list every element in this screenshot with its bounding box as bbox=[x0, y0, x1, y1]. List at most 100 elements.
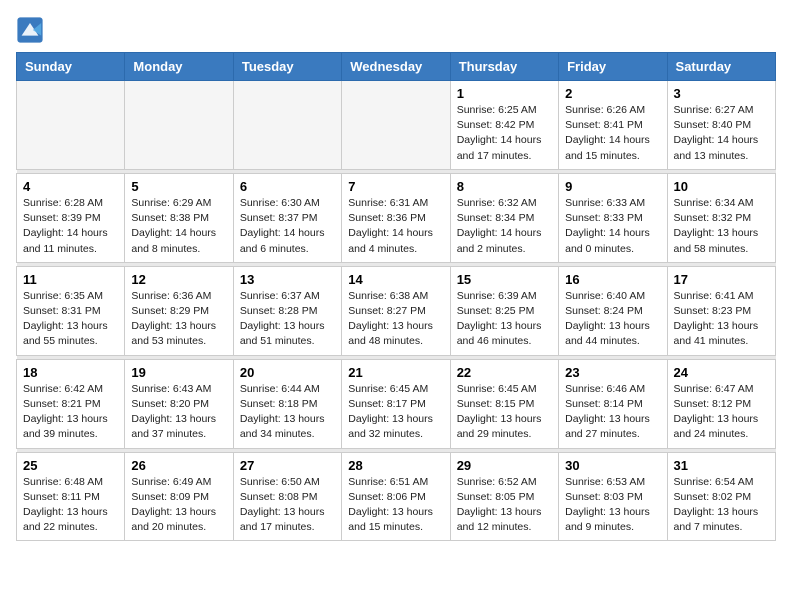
calendar-cell: 30Sunrise: 6:53 AM Sunset: 8:03 PM Dayli… bbox=[559, 452, 667, 541]
day-info: Sunrise: 6:48 AM Sunset: 8:11 PM Dayligh… bbox=[23, 475, 118, 536]
day-number: 14 bbox=[348, 272, 443, 287]
day-number: 10 bbox=[674, 179, 769, 194]
day-number: 29 bbox=[457, 458, 552, 473]
day-info: Sunrise: 6:54 AM Sunset: 8:02 PM Dayligh… bbox=[674, 475, 769, 536]
day-number: 9 bbox=[565, 179, 660, 194]
weekday-header-tuesday: Tuesday bbox=[233, 53, 341, 81]
day-info: Sunrise: 6:30 AM Sunset: 8:37 PM Dayligh… bbox=[240, 196, 335, 257]
day-info: Sunrise: 6:37 AM Sunset: 8:28 PM Dayligh… bbox=[240, 289, 335, 350]
calendar-cell: 18 Sunrise: 6:42 AM Sunset: 8:21 PM Dayli… bbox=[17, 359, 125, 448]
day-info: Sunrise: 6:46 AM Sunset: 8:14 PM Dayligh… bbox=[565, 382, 660, 443]
calendar-cell: 26 Sunrise: 6:49 AM Sunset: 8:09 PM Dayli… bbox=[125, 452, 233, 541]
calendar-cell: 27Sunrise: 6:50 AM Sunset: 8:08 PM Dayli… bbox=[233, 452, 341, 541]
day-info: Sunrise: 6:40 AM Sunset: 8:24 PM Dayligh… bbox=[565, 289, 660, 350]
day-number: 17 bbox=[674, 272, 769, 287]
calendar-cell: 1 Sunrise: 6:25 AM Sunset: 8:42 PM Daylig… bbox=[450, 81, 558, 170]
day-info: Sunrise: 6:44 AM Sunset: 8:18 PM Dayligh… bbox=[240, 382, 335, 443]
day-number: 24 bbox=[674, 365, 769, 380]
day-info: Sunrise: 6:36 AM Sunset: 8:29 PM Dayligh… bbox=[131, 289, 226, 350]
day-info: Sunrise: 6:42 AM Sunset: 8:21 PM Dayligh… bbox=[23, 382, 118, 443]
day-number: 18 bbox=[23, 365, 118, 380]
logo bbox=[16, 16, 48, 44]
calendar-cell: 24Sunrise: 6:47 AM Sunset: 8:12 PM Dayli… bbox=[667, 359, 775, 448]
day-info: Sunrise: 6:29 AM Sunset: 8:38 PM Dayligh… bbox=[131, 196, 226, 257]
calendar-cell: 19Sunrise: 6:43 AM Sunset: 8:20 PM Dayli… bbox=[125, 359, 233, 448]
calendar-cell: 17 Sunrise: 6:41 AM Sunset: 8:23 PM Dayli… bbox=[667, 266, 775, 355]
day-number: 31 bbox=[674, 458, 769, 473]
day-number: 7 bbox=[348, 179, 443, 194]
day-number: 15 bbox=[457, 272, 552, 287]
day-info: Sunrise: 6:25 AM Sunset: 8:42 PM Dayligh… bbox=[457, 103, 552, 164]
calendar-cell: 14 Sunrise: 6:38 AM Sunset: 8:27 PM Dayli… bbox=[342, 266, 450, 355]
day-number: 26 bbox=[131, 458, 226, 473]
weekday-header-wednesday: Wednesday bbox=[342, 53, 450, 81]
day-number: 23 bbox=[565, 365, 660, 380]
day-number: 28 bbox=[348, 458, 443, 473]
day-number: 13 bbox=[240, 272, 335, 287]
day-info: Sunrise: 6:45 AM Sunset: 8:17 PM Dayligh… bbox=[348, 382, 443, 443]
calendar-week-row: 1 Sunrise: 6:25 AM Sunset: 8:42 PM Daylig… bbox=[17, 81, 776, 170]
calendar-cell bbox=[233, 81, 341, 170]
calendar-cell: 4 Sunrise: 6:28 AM Sunset: 8:39 PM Daylig… bbox=[17, 173, 125, 262]
calendar-cell: 31 Sunrise: 6:54 AM Sunset: 8:02 PM Dayli… bbox=[667, 452, 775, 541]
calendar-cell: 2 Sunrise: 6:26 AM Sunset: 8:41 PM Daylig… bbox=[559, 81, 667, 170]
calendar-cell: 9 Sunrise: 6:33 AM Sunset: 8:33 PM Daylig… bbox=[559, 173, 667, 262]
calendar-cell: 23 Sunrise: 6:46 AM Sunset: 8:14 PM Dayli… bbox=[559, 359, 667, 448]
day-info: Sunrise: 6:28 AM Sunset: 8:39 PM Dayligh… bbox=[23, 196, 118, 257]
day-number: 12 bbox=[131, 272, 226, 287]
calendar-cell: 28 Sunrise: 6:51 AM Sunset: 8:06 PM Dayli… bbox=[342, 452, 450, 541]
day-info: Sunrise: 6:41 AM Sunset: 8:23 PM Dayligh… bbox=[674, 289, 769, 350]
day-info: Sunrise: 6:50 AM Sunset: 8:08 PM Dayligh… bbox=[240, 475, 335, 536]
day-info: Sunrise: 6:35 AM Sunset: 8:31 PM Dayligh… bbox=[23, 289, 118, 350]
day-number: 6 bbox=[240, 179, 335, 194]
calendar-cell: 22 Sunrise: 6:45 AM Sunset: 8:15 PM Dayli… bbox=[450, 359, 558, 448]
weekday-header-friday: Friday bbox=[559, 53, 667, 81]
day-info: Sunrise: 6:31 AM Sunset: 8:36 PM Dayligh… bbox=[348, 196, 443, 257]
day-number: 4 bbox=[23, 179, 118, 194]
day-info: Sunrise: 6:45 AM Sunset: 8:15 PM Dayligh… bbox=[457, 382, 552, 443]
calendar-cell: 6 Sunrise: 6:30 AM Sunset: 8:37 PM Daylig… bbox=[233, 173, 341, 262]
day-number: 5 bbox=[131, 179, 226, 194]
calendar-cell bbox=[125, 81, 233, 170]
calendar-cell bbox=[342, 81, 450, 170]
calendar-cell: 25 Sunrise: 6:48 AM Sunset: 8:11 PM Dayli… bbox=[17, 452, 125, 541]
weekday-header-row: SundayMondayTuesdayWednesdayThursdayFrid… bbox=[17, 53, 776, 81]
day-info: Sunrise: 6:38 AM Sunset: 8:27 PM Dayligh… bbox=[348, 289, 443, 350]
calendar-week-row: 4 Sunrise: 6:28 AM Sunset: 8:39 PM Daylig… bbox=[17, 173, 776, 262]
weekday-header-saturday: Saturday bbox=[667, 53, 775, 81]
day-number: 16 bbox=[565, 272, 660, 287]
logo-icon bbox=[16, 16, 44, 44]
calendar-cell: 12 Sunrise: 6:36 AM Sunset: 8:29 PM Dayli… bbox=[125, 266, 233, 355]
day-info: Sunrise: 6:53 AM Sunset: 8:03 PM Dayligh… bbox=[565, 475, 660, 536]
day-info: Sunrise: 6:33 AM Sunset: 8:33 PM Dayligh… bbox=[565, 196, 660, 257]
day-number: 25 bbox=[23, 458, 118, 473]
calendar-cell: 11Sunrise: 6:35 AM Sunset: 8:31 PM Dayli… bbox=[17, 266, 125, 355]
day-number: 20 bbox=[240, 365, 335, 380]
calendar-week-row: 11Sunrise: 6:35 AM Sunset: 8:31 PM Dayli… bbox=[17, 266, 776, 355]
day-info: Sunrise: 6:26 AM Sunset: 8:41 PM Dayligh… bbox=[565, 103, 660, 164]
calendar-cell: 21 Sunrise: 6:45 AM Sunset: 8:17 PM Dayli… bbox=[342, 359, 450, 448]
day-number: 3 bbox=[674, 86, 769, 101]
day-info: Sunrise: 6:39 AM Sunset: 8:25 PM Dayligh… bbox=[457, 289, 552, 350]
calendar-cell: 3 Sunrise: 6:27 AM Sunset: 8:40 PM Daylig… bbox=[667, 81, 775, 170]
day-info: Sunrise: 6:27 AM Sunset: 8:40 PM Dayligh… bbox=[674, 103, 769, 164]
calendar-cell: 15 Sunrise: 6:39 AM Sunset: 8:25 PM Dayli… bbox=[450, 266, 558, 355]
day-number: 21 bbox=[348, 365, 443, 380]
page-header bbox=[16, 16, 776, 44]
calendar-cell: 5 Sunrise: 6:29 AM Sunset: 8:38 PM Daylig… bbox=[125, 173, 233, 262]
day-info: Sunrise: 6:51 AM Sunset: 8:06 PM Dayligh… bbox=[348, 475, 443, 536]
day-info: Sunrise: 6:49 AM Sunset: 8:09 PM Dayligh… bbox=[131, 475, 226, 536]
day-number: 1 bbox=[457, 86, 552, 101]
calendar-week-row: 18 Sunrise: 6:42 AM Sunset: 8:21 PM Dayli… bbox=[17, 359, 776, 448]
calendar-week-row: 25 Sunrise: 6:48 AM Sunset: 8:11 PM Dayli… bbox=[17, 452, 776, 541]
day-number: 19 bbox=[131, 365, 226, 380]
weekday-header-thursday: Thursday bbox=[450, 53, 558, 81]
weekday-header-sunday: Sunday bbox=[17, 53, 125, 81]
calendar-cell: 7 Sunrise: 6:31 AM Sunset: 8:36 PM Daylig… bbox=[342, 173, 450, 262]
day-number: 2 bbox=[565, 86, 660, 101]
day-number: 8 bbox=[457, 179, 552, 194]
day-number: 22 bbox=[457, 365, 552, 380]
calendar-cell: 29Sunrise: 6:52 AM Sunset: 8:05 PM Dayli… bbox=[450, 452, 558, 541]
calendar-cell: 8Sunrise: 6:32 AM Sunset: 8:34 PM Daylig… bbox=[450, 173, 558, 262]
calendar-cell: 10Sunrise: 6:34 AM Sunset: 8:32 PM Dayli… bbox=[667, 173, 775, 262]
